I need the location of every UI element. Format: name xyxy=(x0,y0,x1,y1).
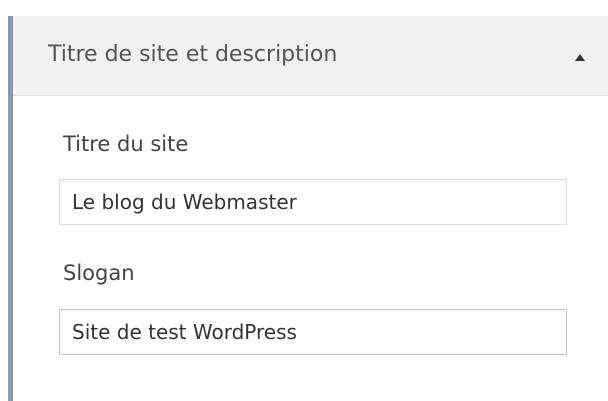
tagline-input[interactable] xyxy=(59,309,567,355)
tagline-label: Slogan xyxy=(63,261,135,285)
section-header-site-identity[interactable]: Titre de site et description xyxy=(13,16,608,96)
arrow-up-icon[interactable] xyxy=(575,54,585,61)
section-title: Titre de site et description xyxy=(48,42,338,67)
section-content: Titre du site Slogan xyxy=(13,96,608,401)
customizer-panel: Titre de site et description Titre du si… xyxy=(0,0,608,401)
site-title-label: Titre du site xyxy=(63,132,189,156)
site-title-input[interactable] xyxy=(59,179,567,225)
